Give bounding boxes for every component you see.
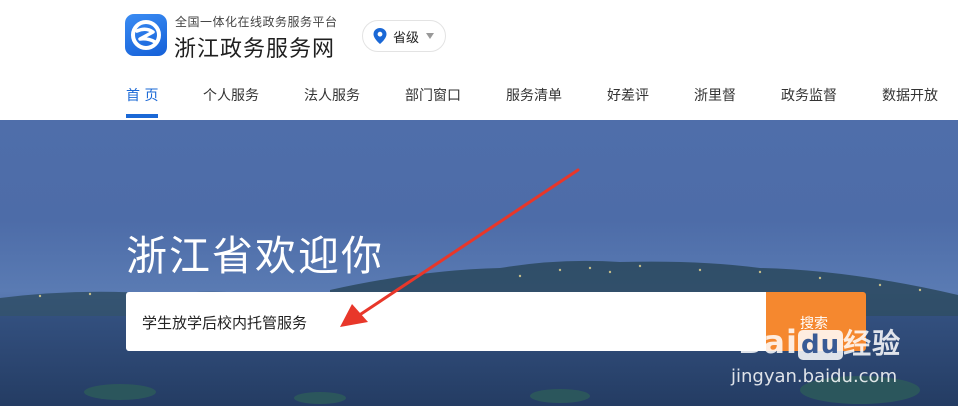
chevron-down-icon [426,33,435,39]
search-input[interactable]: 学生放学后校内托管服务 [126,292,766,351]
site-name[interactable]: 浙江政务服务网 [174,31,335,63]
search-input-value: 学生放学后校内托管服务 [142,314,308,332]
watermark-brand-box: du [797,330,844,360]
location-pin-icon [373,28,387,44]
nav-item-supervise[interactable]: 浙里督 [694,85,736,105]
region-label: 省级 [393,30,420,46]
baidu-jingyan-watermark: Bai du 经验 jingyan.baidu.com [731,322,958,406]
nav-item-home[interactable]: 首 页 [126,85,158,105]
nav-item-gov-supervision[interactable]: 政务监督 [781,85,837,105]
nav-item-personal[interactable]: 个人服务 [203,85,259,105]
nav-item-service-list[interactable]: 服务清单 [506,85,562,105]
watermark-brand-suffix: 经验 [843,327,902,360]
nav-item-departments[interactable]: 部门窗口 [405,85,461,105]
nav-item-open-data[interactable]: 数据开放 [882,85,938,105]
site-slogan: 全国一体化在线政务服务平台 [175,15,338,29]
zhejiang-gov-logo-icon[interactable] [125,14,167,56]
nav-item-corporate[interactable]: 法人服务 [304,85,360,105]
nav-active-indicator [126,114,158,118]
site-header: 全国一体化在线政务服务平台 浙江政务服务网 省级 首 页 个人服务 法人服务 部… [0,0,958,120]
nav-item-rating[interactable]: 好差评 [607,85,649,105]
welcome-heading: 浙江省欢迎你 [126,232,384,280]
watermark-url: jingyan.baidu.com [731,366,898,387]
region-selector[interactable]: 省级 [362,20,446,52]
watermark-brand: Bai du 经验 [738,322,901,362]
watermark-brand-text: Bai [738,323,798,361]
